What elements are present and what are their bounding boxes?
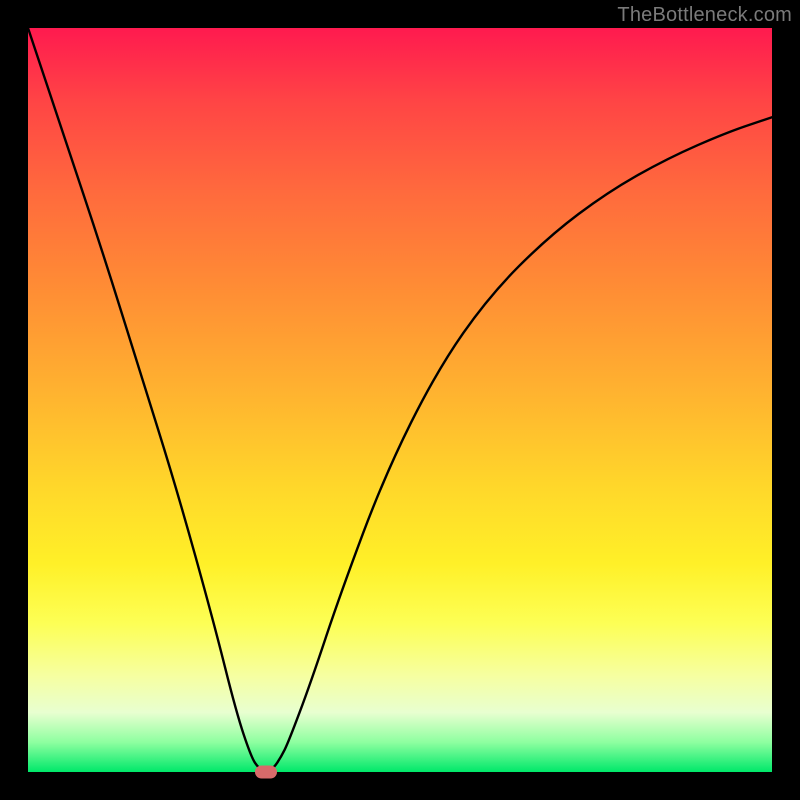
bottleneck-curve	[28, 28, 772, 772]
optimum-marker	[255, 766, 277, 779]
chart-plot-area	[28, 28, 772, 772]
watermark-text: TheBottleneck.com	[617, 4, 792, 27]
